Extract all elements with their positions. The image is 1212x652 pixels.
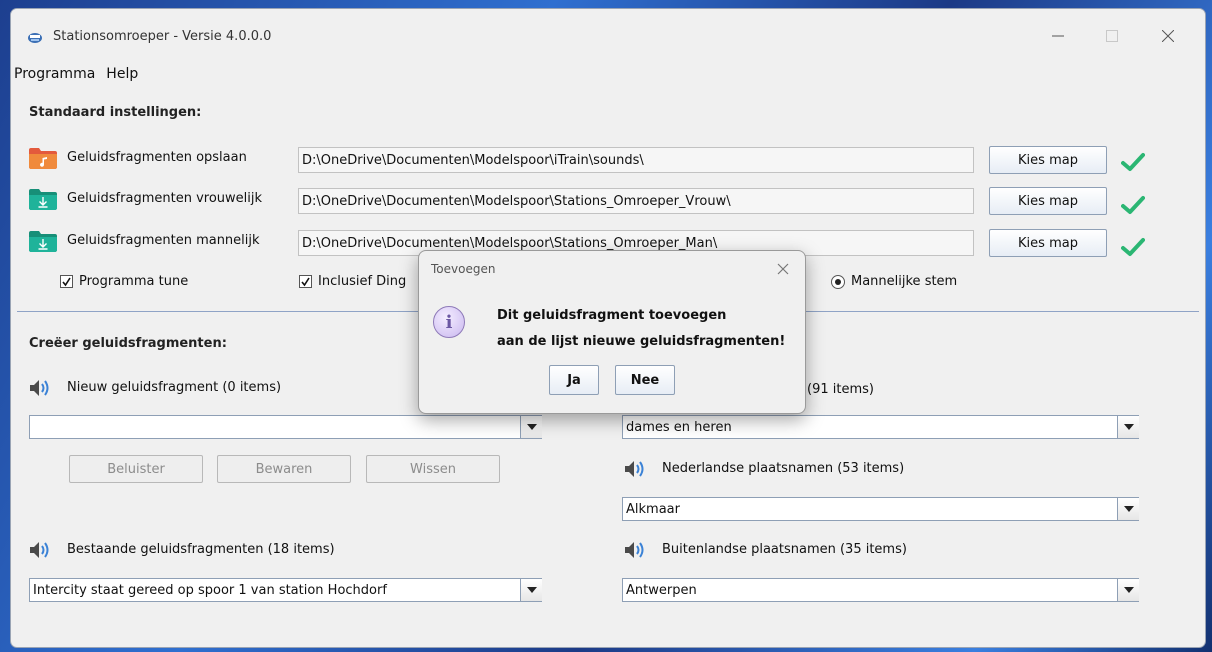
male-voice-label: Mannelijke stem [851, 274, 958, 289]
maximize-icon [1106, 30, 1118, 42]
check-icon [1121, 238, 1145, 256]
include-ding-label: Inclusief Ding [318, 274, 407, 289]
checkmark-icon [62, 277, 71, 287]
close-icon[interactable] [773, 259, 793, 279]
checkmark-icon [301, 277, 310, 287]
music-folder-icon [29, 148, 57, 169]
choose-female-folder-button[interactable]: Kies map [989, 187, 1107, 215]
download-folder-icon [29, 189, 57, 210]
program-tune-label: Programma tune [79, 274, 189, 289]
add-fragment-dialog: Toevoegen i Dit geluidsfragment toevoege… [418, 250, 806, 414]
close-icon [1162, 30, 1174, 42]
choose-save-folder-button[interactable]: Kies map [989, 146, 1107, 174]
clear-button[interactable]: Wissen [366, 455, 500, 483]
save-button[interactable]: Bewaren [217, 455, 351, 483]
chevron-down-icon [1123, 424, 1134, 430]
no-button[interactable]: Nee [615, 365, 675, 395]
female-folder-path[interactable]: D:\OneDrive\Documenten\Modelspoor\Statio… [298, 188, 974, 214]
dutch-places-combo[interactable]: Alkmaar [622, 497, 1139, 521]
existing-fragments-combo[interactable]: Intercity staat gereed op spoor 1 van st… [29, 578, 542, 602]
app-icon [28, 33, 42, 43]
chevron-down-icon [1123, 587, 1134, 593]
save-folder-label: Geluidsfragmenten opslaan [67, 150, 247, 165]
title-bar: Stationsomroeper - Versie 4.0.0.0 [11, 9, 1205, 61]
dialog-title: Toevoegen [431, 262, 496, 276]
menu-bar: Programma Help [11, 61, 1205, 87]
female-folder-label: Geluidsfragmenten vrouwelijk [67, 191, 263, 206]
standard-settings-title: Standaard instellingen: [29, 105, 202, 120]
maximize-button[interactable] [1089, 19, 1135, 53]
close-button[interactable] [1145, 19, 1191, 53]
general-fragments-combo-arrow[interactable] [1117, 416, 1139, 438]
speaker-icon [30, 542, 49, 558]
general-fragments-count: (91 items) [807, 382, 874, 397]
check-icon [1121, 153, 1145, 171]
menu-programma[interactable]: Programma [13, 66, 103, 82]
chevron-down-icon [526, 424, 537, 430]
listen-button[interactable]: Beluister [69, 455, 203, 483]
program-tune-checkbox[interactable] [60, 275, 73, 288]
general-fragments-combo[interactable]: dames en heren [622, 415, 1139, 439]
create-section-title: Creëer geluidsfragmenten: [29, 336, 227, 351]
minimize-button[interactable] [1035, 19, 1081, 53]
info-icon: i [433, 306, 465, 338]
save-folder-path[interactable]: D:\OneDrive\Documenten\Modelspoor\iTrain… [298, 147, 974, 173]
existing-fragments-combo-arrow[interactable] [520, 579, 542, 601]
minimize-icon [1052, 35, 1064, 37]
check-icon [1121, 196, 1145, 214]
new-fragment-combo-arrow[interactable] [520, 416, 542, 438]
dutch-places-combo-arrow[interactable] [1117, 498, 1139, 520]
speaker-icon [625, 461, 644, 477]
chevron-down-icon [526, 587, 537, 593]
foreign-places-label: Buitenlandse plaatsnamen (35 items) [662, 542, 907, 557]
speaker-icon [625, 542, 644, 558]
window-title: Stationsomroeper - Versie 4.0.0.0 [53, 29, 272, 44]
download-folder-icon [29, 231, 57, 252]
new-fragment-combo[interactable] [29, 415, 542, 439]
choose-male-folder-button[interactable]: Kies map [989, 229, 1107, 257]
menu-help[interactable]: Help [105, 66, 146, 82]
include-ding-checkbox[interactable] [299, 275, 312, 288]
chevron-down-icon [1123, 506, 1134, 512]
dutch-places-label: Nederlandse plaatsnamen (53 items) [662, 461, 905, 476]
new-fragment-label: Nieuw geluidsfragment (0 items) [67, 380, 282, 395]
foreign-places-combo[interactable]: Antwerpen [622, 578, 1139, 602]
male-folder-label: Geluidsfragmenten mannelijk [67, 233, 260, 248]
existing-fragments-label: Bestaande geluidsfragmenten (18 items) [67, 542, 335, 557]
foreign-places-combo-arrow[interactable] [1117, 579, 1139, 601]
male-voice-radio[interactable] [831, 275, 845, 289]
dialog-message-line1: Dit geluidsfragment toevoegen [497, 308, 727, 323]
dialog-message-line2: aan de lijst nieuwe geluidsfragmenten! [497, 334, 786, 349]
speaker-icon [30, 380, 49, 396]
yes-button[interactable]: Ja [549, 365, 599, 395]
